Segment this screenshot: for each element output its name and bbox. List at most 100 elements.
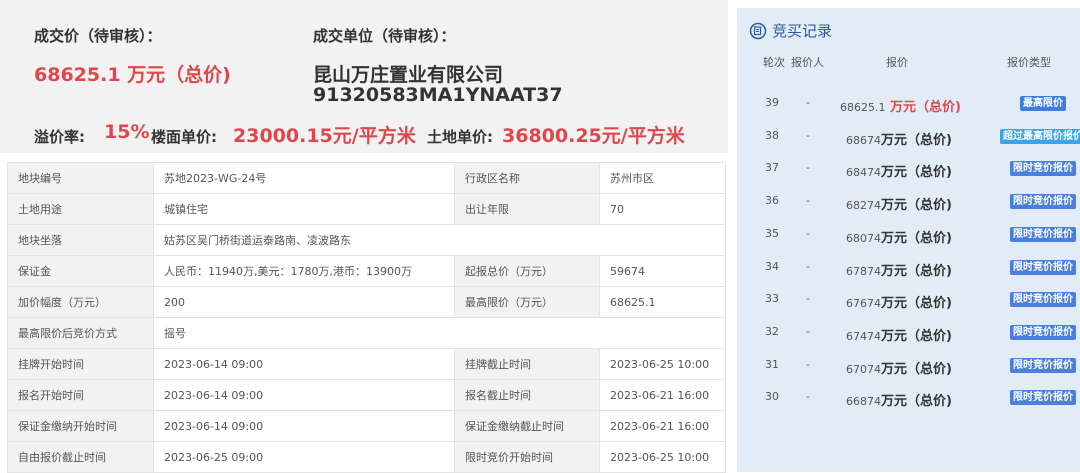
bid-type-badge: 限时竞价报价: [1010, 357, 1076, 373]
bid-row: 30 - 66874万元（总价) 限时竞价报价: [737, 382, 1080, 415]
info-value: 59674: [599, 255, 726, 287]
bid-row: 31 - 67074万元（总价) 限时竞价报价: [737, 350, 1080, 383]
info-row: 地块坐落 姑苏区吴门桥街道运泰路南、凌波路东: [7, 224, 726, 256]
land-info-table: 地块编号 苏地2023-WG-24号 行政区名称 苏州市区 土地用途 城镇住宅 出让年限 70…: [7, 162, 726, 473]
bid-unit: 万元（总价): [881, 132, 952, 148]
info-key: 出让年限: [454, 193, 600, 225]
land-price-value: 36800.25元/平方米: [502, 125, 685, 147]
bid-unit: 万元（总价): [881, 328, 952, 344]
bid-price: 67674万元（总价): [846, 292, 952, 311]
bid-type-badge: 限时竞价报价: [1010, 194, 1076, 210]
info-value: 2023-06-21 16:00: [599, 379, 726, 411]
info-key: 报名开始时间: [7, 379, 154, 411]
info-row: 报名开始时间 2023-06-14 09:00 报名截止时间 2023-06-21 1…: [7, 379, 726, 411]
info-value: 人民币：11940万,美元：1780万,港币：13900万: [153, 255, 455, 287]
info-row: 加价幅度（万元） 200 最高限价（万元） 68625.1: [7, 286, 726, 318]
bid-amount: 68074: [846, 231, 881, 245]
info-key: 行政区名称: [454, 162, 600, 194]
bid-bidder: -: [806, 161, 810, 175]
bid-row: 37 - 68474万元（总价) 限时竞价报价: [737, 153, 1080, 186]
col-bidder-header: 报价人: [791, 56, 824, 69]
bid-row: 33 - 67674万元（总价) 限时竞价报价: [737, 284, 1080, 317]
bid-type-badge: 限时竞价报价: [1010, 292, 1076, 308]
bid-price: 68674万元（总价): [846, 129, 952, 148]
info-value: 2023-06-14 09:00: [153, 348, 455, 380]
bid-round: 34: [765, 259, 779, 273]
bidding-record-header: 竞买记录: [749, 20, 832, 41]
bid-row: 35 - 68074万元（总价) 限时竞价报价: [737, 219, 1080, 252]
bid-type-badge: 限时竞价报价: [1010, 324, 1076, 340]
info-key: 保证金缴纳开始时间: [7, 410, 154, 442]
info-key: 挂牌截止时间: [454, 348, 600, 380]
bid-round: 37: [765, 161, 779, 175]
bid-unit: 万元（总价): [881, 394, 952, 410]
deal-unit-code: 91320583MA1YNAAT37: [313, 84, 563, 106]
bid-price: 68474万元（总价): [846, 161, 952, 180]
bid-bidder: -: [806, 128, 810, 142]
bid-amount: 66874: [846, 395, 881, 409]
bid-unit: 万元（总价): [881, 165, 952, 181]
bid-row: 36 - 68274万元（总价) 限时竞价报价: [737, 186, 1080, 219]
bid-bidder: -: [806, 226, 810, 240]
info-key: 保证金缴纳截止时间: [454, 410, 600, 442]
bid-type-badge: 限时竞价报价: [1010, 161, 1076, 177]
deal-summary: 成交价（待审核）： 68625.1 万元（总价) 成交单位（待审核）： 昆山万庄…: [0, 0, 728, 153]
bid-amount: 68274: [846, 199, 881, 213]
info-value: 2023-06-25 10:00: [599, 348, 726, 380]
info-value: 苏地2023-WG-24号: [153, 162, 455, 194]
col-price-header: 报价: [886, 56, 908, 69]
bid-amount: 67874: [846, 264, 881, 278]
bid-round: 32: [765, 324, 779, 338]
floor-price-label: 楼面单价:: [151, 128, 217, 146]
bid-amount: 67474: [846, 329, 881, 343]
bid-amount: 68625.1: [840, 101, 886, 114]
bid-type-badge: 限时竞价报价: [1010, 390, 1076, 406]
deal-price-label: 成交价（待审核）：: [34, 27, 162, 45]
info-value: 2023-06-25 10:00: [599, 441, 726, 473]
bid-price: 67074万元（总价): [846, 358, 952, 377]
info-value: 城镇住宅: [153, 193, 455, 225]
info-key: 限时竞价开始时间: [454, 441, 600, 473]
bid-price: 68625.1 万元（总价): [840, 96, 961, 115]
bid-amount: 67074: [846, 362, 881, 376]
bid-unit: 万元（总价): [885, 100, 961, 115]
info-value: 2023-06-14 09:00: [153, 410, 455, 442]
info-key: 地块坐落: [7, 224, 154, 256]
info-row: 地块编号 苏地2023-WG-24号 行政区名称 苏州市区: [7, 162, 726, 194]
info-value: 200: [153, 286, 455, 318]
bid-unit: 万元（总价): [881, 230, 952, 246]
premium-label: 溢价率:: [34, 128, 85, 146]
bid-round: 36: [765, 194, 779, 208]
floor-price-value: 23000.15元/平方米: [233, 125, 416, 147]
info-row: 挂牌开始时间 2023-06-14 09:00 挂牌截止时间 2023-06-25 1…: [7, 348, 726, 380]
bid-bidder: -: [806, 292, 810, 306]
bid-amount: 68474: [846, 166, 881, 180]
bid-price: 68274万元（总价): [846, 194, 952, 213]
deal-unit-name: 昆山万庄置业有限公司: [313, 64, 504, 86]
bid-type-badge: 限时竞价报价: [1010, 259, 1076, 275]
premium-value: 15%: [104, 121, 150, 143]
bid-type-badge: 限时竞价报价: [1010, 226, 1076, 242]
info-row: 保证金 人民币：11940万,美元：1780万,港币：13900万 起报总价（万元）…: [7, 255, 726, 287]
bid-row: 32 - 67474万元（总价) 限时竞价报价: [737, 317, 1080, 350]
bid-amount: 67674: [846, 297, 881, 311]
bid-round: 38: [765, 128, 779, 142]
info-value: 70: [599, 193, 726, 225]
info-row: 保证金缴纳开始时间 2023-06-14 09:00 保证金缴纳截止时间 2023-0…: [7, 410, 726, 442]
bid-row: 39 - 68625.1 万元（总价) 最高限价: [737, 88, 1080, 121]
bid-price: 67474万元（总价): [846, 325, 952, 344]
bid-round: 33: [765, 292, 779, 306]
bid-round: 31: [765, 357, 779, 371]
info-value: 68625.1: [599, 286, 726, 318]
col-type-header: 报价类型: [1007, 56, 1051, 69]
bid-bidder: -: [806, 357, 810, 371]
info-key: 加价幅度（万元）: [7, 286, 154, 318]
bid-bidder: -: [806, 96, 810, 109]
info-row: 自由报价截止时间 2023-06-25 09:00 限时竞价开始时间 2023-06-…: [7, 441, 726, 473]
bid-amount: 68674: [846, 133, 881, 147]
deal-price-value: 68625.1 万元（总价): [34, 64, 231, 86]
info-value: 2023-06-21 16:00: [599, 410, 726, 442]
bid-price: 68074万元（总价): [846, 227, 952, 246]
info-key: 挂牌开始时间: [7, 348, 154, 380]
bid-round: 35: [765, 226, 779, 240]
